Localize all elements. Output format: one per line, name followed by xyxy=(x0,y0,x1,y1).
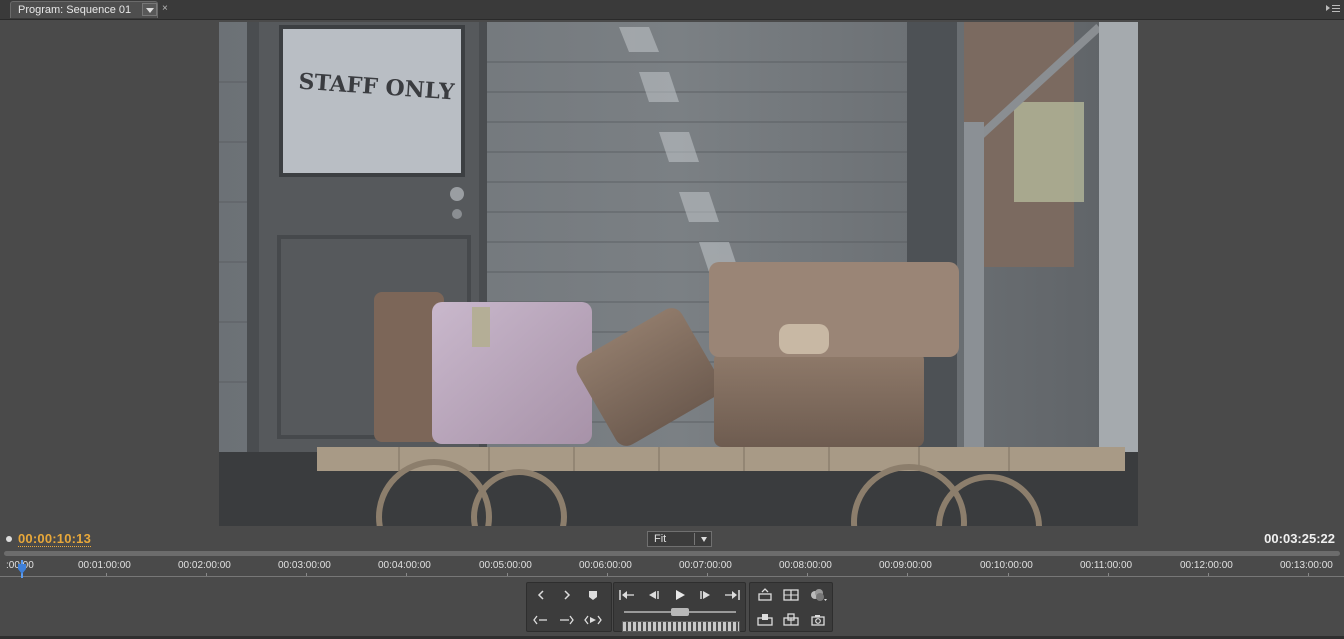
lift-icon xyxy=(758,588,772,601)
camera-icon xyxy=(811,615,825,626)
set-in-icon xyxy=(537,590,544,600)
time-ruler[interactable]: :00:00 00:01:00:00 00:02:00:00 00:03:00:… xyxy=(0,557,1344,579)
shuttle-slider[interactable] xyxy=(671,608,689,616)
play-in-to-out-icon xyxy=(584,615,602,625)
goto-out-icon xyxy=(725,590,740,600)
video-frame-image: STAFF ONLY xyxy=(219,22,1138,526)
step-forward-button[interactable] xyxy=(695,585,717,605)
set-out-point-button[interactable] xyxy=(556,585,578,605)
marker-controls-group xyxy=(526,582,612,632)
goto-in-button-small[interactable] xyxy=(530,610,552,630)
extract-button[interactable] xyxy=(780,585,802,605)
overwrite-icon xyxy=(757,614,773,626)
ruler-label: 00:09:00:00 xyxy=(879,560,932,571)
goto-in-point-icon xyxy=(533,615,547,625)
ruler-label: 00:03:00:00 xyxy=(278,560,331,571)
time-zoom-scrollbar[interactable] xyxy=(4,551,1340,556)
play-in-to-out-button[interactable] xyxy=(582,610,604,630)
step-back-icon xyxy=(649,591,659,599)
output-button[interactable] xyxy=(807,585,829,605)
goto-out-point-icon xyxy=(560,615,574,625)
ruler-label: 00:11:00:00 xyxy=(1080,560,1133,571)
ruler-label: 00:08:00:00 xyxy=(779,560,832,571)
lift-button[interactable] xyxy=(754,585,776,605)
tab-label: Program: Sequence 01 xyxy=(18,4,132,16)
goto-in-button[interactable] xyxy=(616,585,638,605)
insert-button[interactable] xyxy=(780,610,802,630)
overwrite-button[interactable] xyxy=(754,610,776,630)
zoom-level-value: Fit xyxy=(654,533,667,545)
ruler-label: 00:12:00:00 xyxy=(1180,560,1233,571)
tab-close-icon[interactable]: × xyxy=(162,3,168,14)
marker-icon xyxy=(589,591,597,600)
step-back-button[interactable] xyxy=(642,585,664,605)
goto-out-button-small[interactable] xyxy=(556,610,578,630)
sequence-dropdown-button[interactable] xyxy=(142,3,157,16)
export-frame-button[interactable] xyxy=(807,610,829,630)
add-marker-button[interactable] xyxy=(582,585,604,605)
insert-icon xyxy=(783,613,799,626)
ruler-label: 00:06:00:00 xyxy=(579,560,632,571)
playhead-indicator-icon xyxy=(6,536,12,542)
zoom-level-select[interactable]: Fit xyxy=(647,531,712,547)
step-forward-icon xyxy=(700,591,710,599)
extract-icon xyxy=(783,589,799,601)
set-in-point-button[interactable] xyxy=(530,585,552,605)
current-timecode[interactable]: 00:00:10:13 xyxy=(18,531,92,547)
ruler-label: 00:05:00:00 xyxy=(479,560,532,571)
goto-in-icon xyxy=(619,590,634,600)
duration-timecode: 00:03:25:22 xyxy=(1264,531,1335,546)
panel-tab-bar: Program: Sequence 01 × xyxy=(0,0,1344,20)
panel-menu-icon[interactable] xyxy=(1326,3,1340,13)
playback-controls-group xyxy=(613,582,746,632)
ruler-label: 00:07:00:00 xyxy=(679,560,732,571)
goto-out-button[interactable] xyxy=(721,585,743,605)
ruler-label: 00:04:00:00 xyxy=(378,560,431,571)
play-icon xyxy=(676,590,685,600)
tab-program-monitor[interactable]: Program: Sequence 01 xyxy=(10,1,158,18)
ruler-label: 00:02:00:00 xyxy=(178,560,231,571)
jog-wheel[interactable] xyxy=(622,621,740,632)
set-out-icon xyxy=(564,590,571,600)
play-button[interactable] xyxy=(669,585,691,605)
ruler-label: 00:10:00:00 xyxy=(980,560,1033,571)
program-video-frame: STAFF ONLY xyxy=(219,22,1138,526)
ruler-label: 00:13:00:00 xyxy=(1280,560,1333,571)
output-icon xyxy=(811,589,827,601)
edit-controls-group xyxy=(749,582,833,632)
ruler-label: 00:01:00:00 xyxy=(78,560,131,571)
chevron-down-icon xyxy=(701,537,707,542)
